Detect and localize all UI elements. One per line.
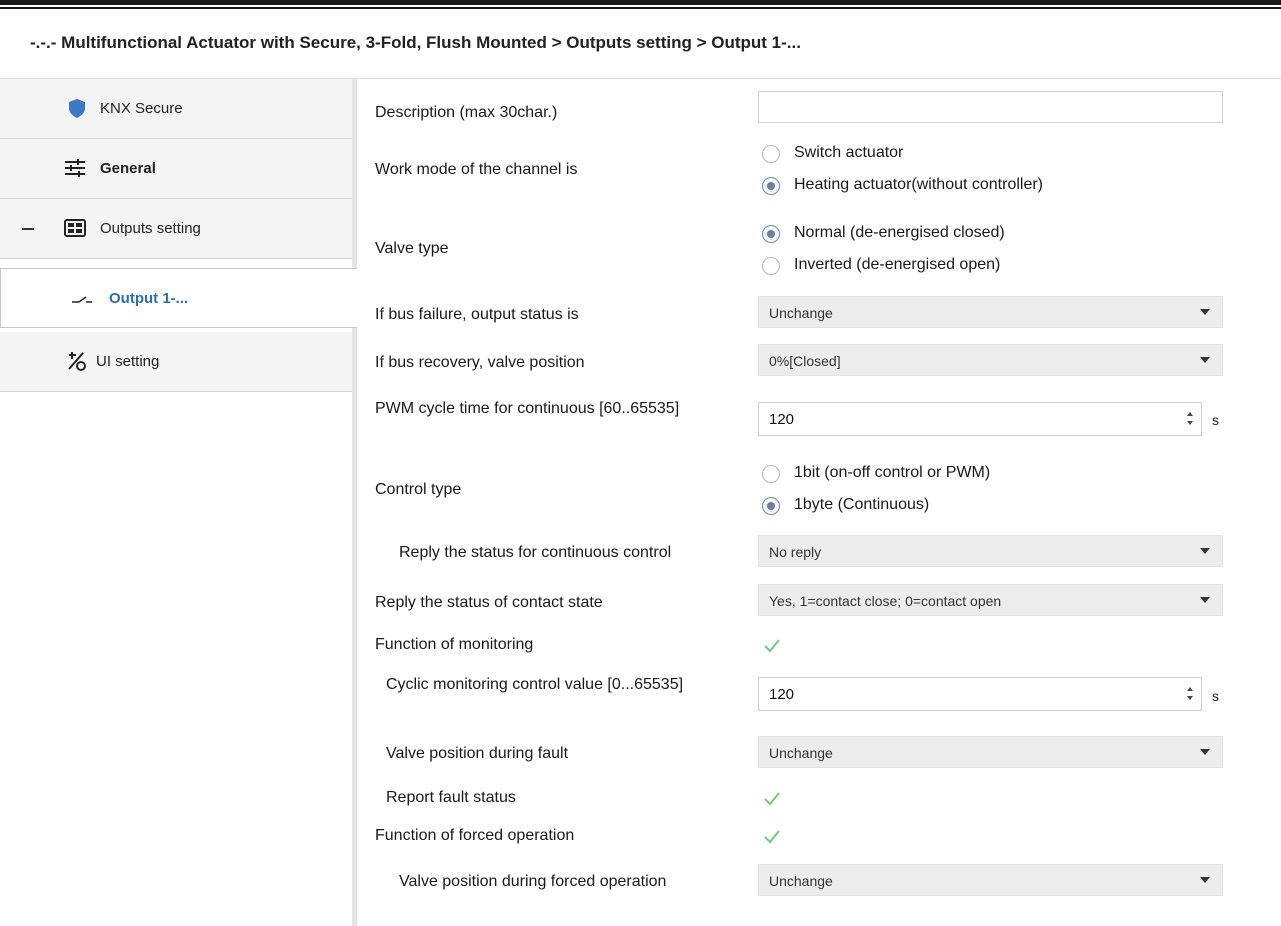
sidebar-item-outputs-setting[interactable]: Outputs setting xyxy=(0,199,352,259)
bus-recovery-label: If bus recovery, valve position xyxy=(375,354,585,371)
forced-operation-checkbox[interactable] xyxy=(762,827,782,847)
select-value: Unchange xyxy=(769,745,833,761)
header: -.-.- Multifunctional Actuator with Secu… xyxy=(0,11,1281,79)
valve-fault-select[interactable]: Unchange xyxy=(758,736,1223,768)
sidebar-item-knx-secure[interactable]: KNX Secure xyxy=(0,79,352,139)
decrement-icon[interactable] xyxy=(1187,696,1193,700)
sidebar-item-label: General xyxy=(100,160,156,177)
reply-contact-select[interactable]: Yes, 1=contact close; 0=contact open xyxy=(758,584,1223,616)
description-input[interactable] xyxy=(758,91,1223,123)
valve-forced-select[interactable]: Unchange xyxy=(758,864,1223,896)
sidebar: KNX Secure General Outputs setting Outpu… xyxy=(0,79,357,926)
top-border xyxy=(0,0,1281,5)
radio-label: Switch actuator xyxy=(794,144,904,161)
select-value: Unchange xyxy=(769,305,833,321)
decrement-icon[interactable] xyxy=(1187,421,1193,425)
chevron-down-icon xyxy=(1200,749,1210,755)
top-border-thin xyxy=(0,7,1281,9)
select-value: 0%[Closed] xyxy=(769,353,841,369)
chevron-down-icon xyxy=(1200,309,1210,315)
monitoring-checkbox[interactable] xyxy=(762,636,782,656)
sidebar-item-label: Outputs setting xyxy=(100,220,201,237)
breadcrumb: -.-.- Multifunctional Actuator with Secu… xyxy=(30,33,801,52)
ui-setting-icon xyxy=(68,352,86,371)
stepper-value: 120 xyxy=(769,411,795,428)
bus-failure-label: If bus failure, output status is xyxy=(375,306,579,323)
select-value: Yes, 1=contact close; 0=contact open xyxy=(769,593,1002,609)
sidebar-item-label: KNX Secure xyxy=(100,100,183,117)
radio-button[interactable] xyxy=(762,145,780,163)
parameter-panel: Description (max 30char.) Work mode of t… xyxy=(362,79,1281,926)
radio-button[interactable] xyxy=(762,257,780,275)
chevron-down-icon xyxy=(1200,548,1210,554)
increment-icon[interactable] xyxy=(1187,687,1193,691)
select-value: Unchange xyxy=(769,873,833,889)
reply-continuous-select[interactable]: No reply xyxy=(758,535,1223,567)
cyclic-monitoring-stepper[interactable]: 120 xyxy=(758,677,1202,711)
radio-button[interactable] xyxy=(762,465,780,483)
sidebar-item-general[interactable]: General xyxy=(0,139,352,199)
chevron-down-icon xyxy=(1200,357,1210,363)
stepper-value: 120 xyxy=(769,686,795,703)
collapse-icon[interactable] xyxy=(22,228,34,230)
radio-button[interactable] xyxy=(762,225,780,243)
sidebar-item-ui-setting[interactable]: UI setting xyxy=(0,332,352,392)
bus-failure-select[interactable]: Unchange xyxy=(758,296,1223,328)
shield-icon xyxy=(69,99,85,118)
pwm-cycle-unit: s xyxy=(1212,412,1219,428)
radio-label: 1byte (Continuous) xyxy=(794,496,930,513)
cyclic-monitoring-unit: s xyxy=(1212,688,1219,704)
pwm-cycle-stepper[interactable]: 120 xyxy=(758,402,1202,436)
description-label: Description (max 30char.) xyxy=(375,104,558,121)
reply-continuous-label: Reply the status for continuous control xyxy=(399,544,672,561)
radio-button[interactable] xyxy=(762,177,780,195)
monitoring-label: Function of monitoring xyxy=(375,636,534,653)
control-type-label: Control type xyxy=(375,481,462,498)
valve-fault-label: Valve position during fault xyxy=(386,745,569,762)
radio-label: 1bit (on-off control or PWM) xyxy=(794,464,991,481)
sidebar-item-output-1[interactable]: Output 1-... xyxy=(0,268,357,328)
bus-recovery-select[interactable]: 0%[Closed] xyxy=(758,344,1223,376)
work-mode-label: Work mode of the channel is xyxy=(375,161,578,178)
cyclic-monitoring-label: Cyclic monitoring control value [0...655… xyxy=(386,676,684,693)
switch-contact-icon xyxy=(72,296,92,303)
report-fault-checkbox[interactable] xyxy=(762,789,782,809)
select-value: No reply xyxy=(769,544,822,560)
radio-label: Normal (de-energised closed) xyxy=(794,224,1005,241)
report-fault-label: Report fault status xyxy=(386,789,516,806)
sidebar-item-label: UI setting xyxy=(96,353,160,370)
chevron-down-icon xyxy=(1200,877,1210,883)
valve-forced-label: Valve position during forced operation xyxy=(399,873,667,890)
pwm-cycle-label: PWM cycle time for continuous [60..65535… xyxy=(375,400,680,417)
forced-operation-label: Function of forced operation xyxy=(375,827,575,844)
sliders-icon xyxy=(65,159,85,177)
valve-type-label: Valve type xyxy=(375,240,449,257)
reply-contact-label: Reply the status of contact state xyxy=(375,594,603,611)
chevron-down-icon xyxy=(1200,597,1210,603)
radio-label: Inverted (de-energised open) xyxy=(794,256,1001,273)
grid-icon xyxy=(64,219,86,237)
radio-label: Heating actuator(without controller) xyxy=(794,176,1044,193)
increment-icon[interactable] xyxy=(1187,412,1193,416)
radio-button[interactable] xyxy=(762,497,780,515)
sidebar-item-label: Output 1-... xyxy=(109,290,189,307)
